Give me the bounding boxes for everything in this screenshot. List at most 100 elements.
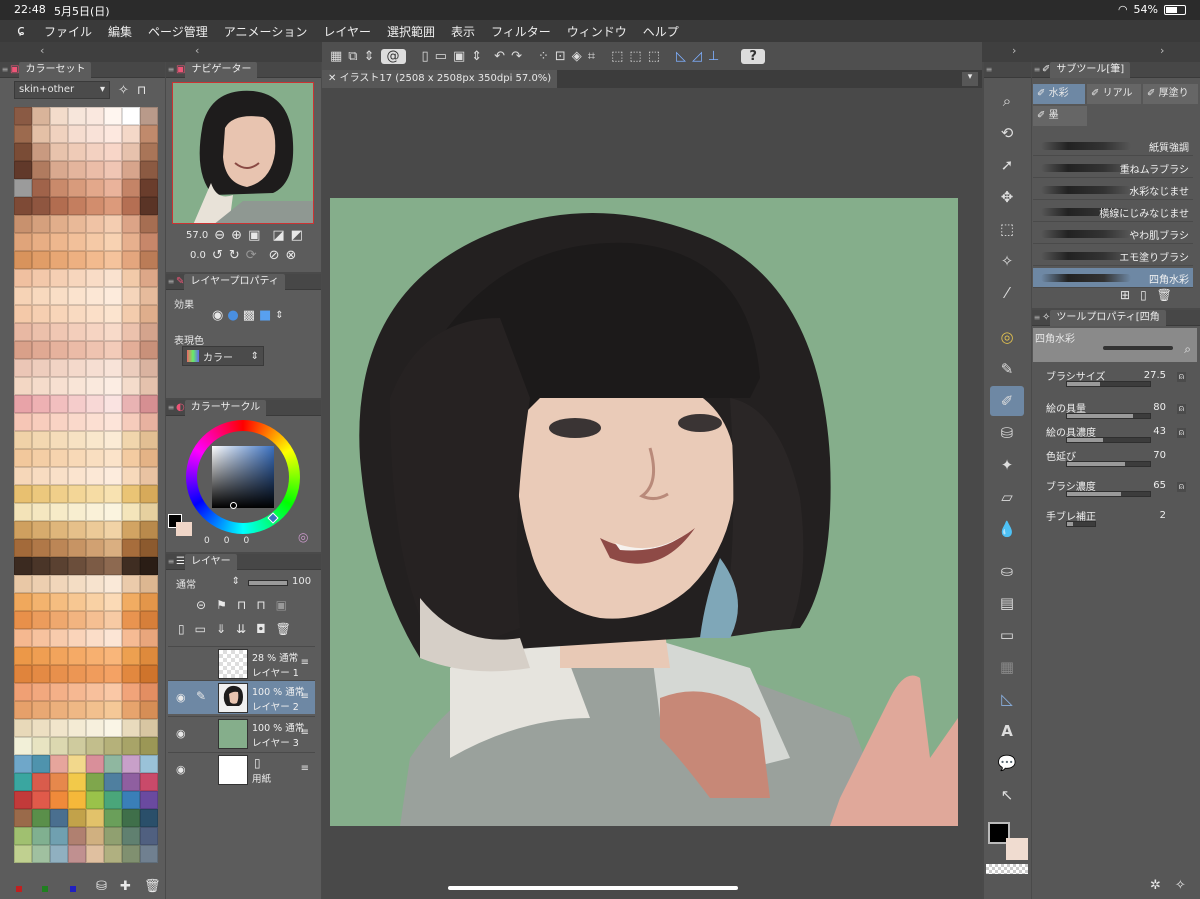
- color-swatch[interactable]: [14, 431, 32, 449]
- color-swatch[interactable]: [104, 665, 122, 683]
- new-subtool-icon[interactable]: ▯: [1140, 288, 1147, 302]
- color-swatch[interactable]: [86, 755, 104, 773]
- color-swatch[interactable]: [50, 647, 68, 665]
- visibility-eye-icon[interactable]: ◉: [176, 691, 186, 704]
- color-swatch[interactable]: [140, 143, 158, 161]
- color-swatch[interactable]: [122, 341, 140, 359]
- eyedropper-tool-icon[interactable]: ⁄: [990, 278, 1024, 308]
- color-swatch[interactable]: [14, 593, 32, 611]
- color-swatch[interactable]: [86, 359, 104, 377]
- color-swatch[interactable]: [122, 827, 140, 845]
- color-swatch[interactable]: [140, 377, 158, 395]
- color-swatch[interactable]: [86, 845, 104, 863]
- color-swatch[interactable]: [122, 647, 140, 665]
- prop-value[interactable]: 65: [1153, 480, 1166, 491]
- color-swatch[interactable]: [14, 701, 32, 719]
- color-swatch[interactable]: [86, 179, 104, 197]
- prop-slider[interactable]: [1066, 521, 1096, 527]
- color-swatch[interactable]: [32, 737, 50, 755]
- color-swatch[interactable]: [140, 719, 158, 737]
- color-swatch[interactable]: [86, 593, 104, 611]
- color-swatch[interactable]: [14, 179, 32, 197]
- color-swatch[interactable]: [104, 485, 122, 503]
- color-swatch[interactable]: [104, 251, 122, 269]
- color-swatch[interactable]: [140, 287, 158, 305]
- color-swatch[interactable]: [68, 845, 86, 863]
- color-swatch[interactable]: [122, 701, 140, 719]
- color-swatch[interactable]: [32, 197, 50, 215]
- color-swatch[interactable]: [14, 467, 32, 485]
- color-swatch[interactable]: [140, 575, 158, 593]
- saturation-value-square[interactable]: [212, 446, 274, 508]
- stepper-icon[interactable]: ⇕: [275, 310, 283, 321]
- correction-tool-icon[interactable]: ↖: [990, 780, 1024, 810]
- selection-tool-icon[interactable]: ⬚: [990, 214, 1024, 244]
- color-swatch[interactable]: [104, 809, 122, 827]
- grip-icon[interactable]: ≡: [984, 65, 994, 74]
- color-swatch[interactable]: [104, 287, 122, 305]
- color-swatch[interactable]: [14, 827, 32, 845]
- color-swatch[interactable]: [86, 647, 104, 665]
- color-swatch[interactable]: [50, 503, 68, 521]
- layer-property-tab[interactable]: レイヤープロパティ: [184, 274, 285, 290]
- color-swatch[interactable]: [86, 143, 104, 161]
- color-swatch[interactable]: [122, 629, 140, 647]
- color-swatch[interactable]: [68, 575, 86, 593]
- color-swatch[interactable]: [32, 341, 50, 359]
- grip-icon[interactable]: ≡: [1032, 65, 1042, 74]
- layer-menu-icon[interactable]: ≡: [301, 763, 309, 774]
- move-tool-icon[interactable]: ⟲: [990, 118, 1024, 148]
- clip-studio-icon[interactable]: @: [380, 48, 406, 64]
- color-swatch[interactable]: [140, 791, 158, 809]
- color-swatch[interactable]: [14, 557, 32, 575]
- rotation-value[interactable]: 0.0: [190, 250, 206, 261]
- color-swatch[interactable]: [140, 305, 158, 323]
- color-swatch[interactable]: [140, 449, 158, 467]
- layer-menu-icon[interactable]: ≡: [301, 657, 309, 668]
- color-swatch[interactable]: [140, 485, 158, 503]
- color-swatch[interactable]: [32, 611, 50, 629]
- grip-icon[interactable]: ≡: [166, 65, 176, 74]
- color-swatch[interactable]: [140, 107, 158, 125]
- pressure-icon[interactable]: ⍝: [1176, 428, 1186, 438]
- clip-layer-icon[interactable]: ⊝: [196, 598, 206, 612]
- color-swatch[interactable]: [32, 287, 50, 305]
- color-swatch[interactable]: [86, 719, 104, 737]
- color-swatch[interactable]: [86, 287, 104, 305]
- color-swatch[interactable]: [32, 143, 50, 161]
- color-swatch[interactable]: [32, 629, 50, 647]
- color-swatch[interactable]: [104, 557, 122, 575]
- reset-view-icon[interactable]: ⊘: [269, 248, 280, 263]
- color-swatch[interactable]: [68, 125, 86, 143]
- opacity-value[interactable]: 100: [292, 576, 311, 587]
- color-swatch[interactable]: [50, 305, 68, 323]
- color-swatch[interactable]: [68, 395, 86, 413]
- color-swatch[interactable]: [68, 665, 86, 683]
- grip-icon[interactable]: ≡: [166, 403, 176, 412]
- color-swatch[interactable]: [140, 269, 158, 287]
- rotate-left-icon[interactable]: ↺: [212, 248, 223, 263]
- color-swatch[interactable]: [50, 125, 68, 143]
- color-swatch[interactable]: [68, 341, 86, 359]
- color-swatch[interactable]: [86, 413, 104, 431]
- lock-layer-icon[interactable]: ⊓: [237, 598, 246, 612]
- navigator-tab[interactable]: ナビゲーター: [185, 62, 258, 78]
- color-swatch[interactable]: [32, 467, 50, 485]
- color-swatch[interactable]: [32, 323, 50, 341]
- prop-value[interactable]: 70: [1153, 450, 1166, 461]
- color-swatch[interactable]: [140, 773, 158, 791]
- color-swatch[interactable]: [104, 341, 122, 359]
- color-swatch[interactable]: [140, 809, 158, 827]
- color-swatch[interactable]: [50, 701, 68, 719]
- color-swatch[interactable]: [86, 629, 104, 647]
- color-swatch[interactable]: [104, 395, 122, 413]
- color-swatch[interactable]: [104, 611, 122, 629]
- color-swatch[interactable]: [86, 251, 104, 269]
- color-swatch[interactable]: [14, 413, 32, 431]
- color-swatch[interactable]: [50, 539, 68, 557]
- color-swatch[interactable]: [140, 359, 158, 377]
- color-swatch[interactable]: [50, 143, 68, 161]
- color-swatch[interactable]: [68, 647, 86, 665]
- color-swatch[interactable]: [122, 485, 140, 503]
- color-swatch[interactable]: [14, 683, 32, 701]
